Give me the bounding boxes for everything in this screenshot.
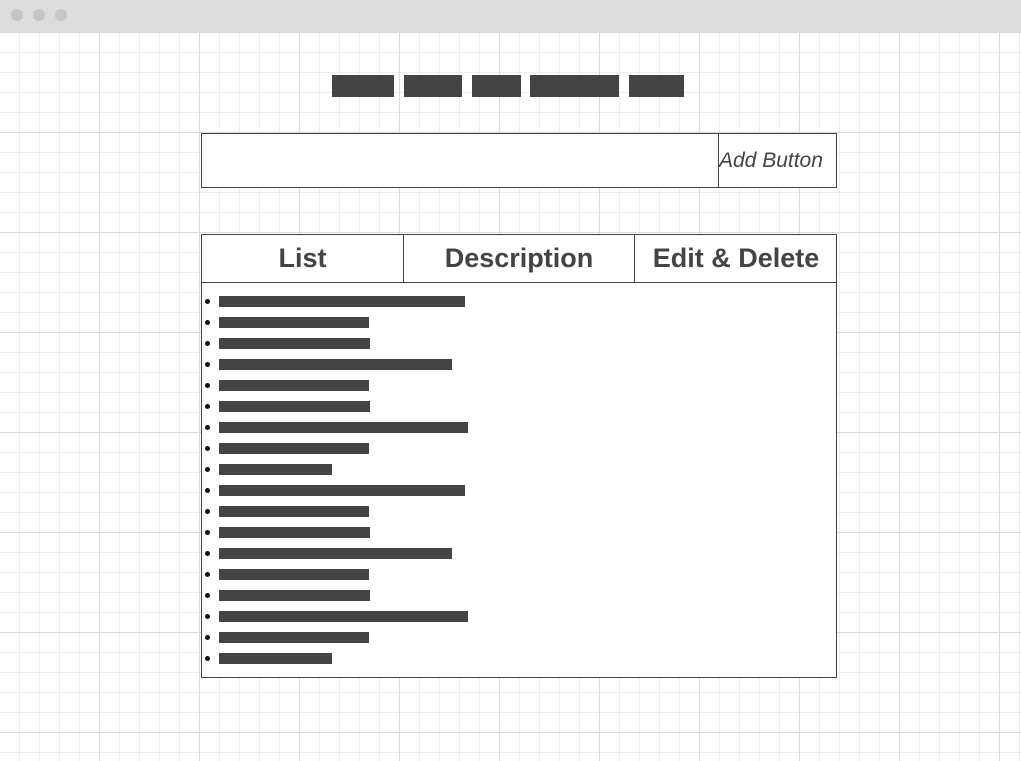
list-item[interactable]: [202, 333, 836, 354]
minimize-dot[interactable]: [33, 9, 45, 21]
placeholder-text-bar: [219, 485, 465, 496]
placeholder-text-bar: [219, 632, 369, 643]
placeholder-text-bar: [219, 359, 452, 370]
bullet-icon: [205, 425, 210, 430]
bullet-icon: [205, 614, 210, 619]
list-item[interactable]: [202, 438, 836, 459]
placeholder-text-bar: [219, 338, 370, 349]
placeholder-text-bar: [219, 527, 370, 538]
list-item[interactable]: [202, 375, 836, 396]
placeholder-text-bar: [219, 317, 369, 328]
list-item[interactable]: [202, 480, 836, 501]
bullet-icon: [205, 635, 210, 640]
nav-item-5[interactable]: [629, 75, 684, 97]
nav-item-1[interactable]: [332, 75, 394, 97]
list-item[interactable]: [202, 501, 836, 522]
list-item[interactable]: [202, 606, 836, 627]
list-item[interactable]: [202, 291, 836, 312]
list-item[interactable]: [202, 354, 836, 375]
close-dot[interactable]: [11, 9, 23, 21]
placeholder-text-bar: [219, 569, 369, 580]
bullet-icon: [205, 320, 210, 325]
nav-item-3[interactable]: [472, 75, 521, 97]
list-table: List Description Edit & Delete: [201, 234, 837, 678]
maximize-dot[interactable]: [55, 9, 67, 21]
list-item[interactable]: [202, 417, 836, 438]
bullet-icon: [205, 656, 210, 661]
bullet-icon: [205, 383, 210, 388]
bullet-icon: [205, 572, 210, 577]
list-item[interactable]: [202, 459, 836, 480]
column-header-edit-delete: Edit & Delete: [634, 235, 837, 282]
bullet-icon: [205, 341, 210, 346]
list-item[interactable]: [202, 627, 836, 648]
bullet-icon: [205, 299, 210, 304]
placeholder-text-bar: [219, 611, 468, 622]
bullet-icon: [205, 404, 210, 409]
add-form: Add Button: [201, 133, 837, 188]
bullet-icon: [205, 593, 210, 598]
placeholder-text-bar: [219, 296, 465, 307]
bullet-icon: [205, 446, 210, 451]
window-titlebar: [0, 0, 1021, 32]
placeholder-text-bar: [219, 506, 369, 517]
list-item[interactable]: [202, 564, 836, 585]
table-header: List Description Edit & Delete: [202, 235, 836, 283]
column-header-list: List: [278, 243, 327, 273]
list-item[interactable]: [202, 648, 836, 669]
bullet-icon: [205, 467, 210, 472]
placeholder-text-bar: [219, 401, 370, 412]
add-input[interactable]: [202, 134, 719, 187]
list-item[interactable]: [202, 312, 836, 333]
list-item[interactable]: [202, 396, 836, 417]
list-item[interactable]: [202, 585, 836, 606]
bullet-icon: [205, 362, 210, 367]
bullet-icon: [205, 509, 210, 514]
placeholder-text-bar: [219, 548, 452, 559]
bullet-icon: [205, 551, 210, 556]
placeholder-text-bar: [219, 653, 332, 664]
nav-item-4[interactable]: [530, 75, 619, 97]
placeholder-text-bar: [219, 422, 468, 433]
placeholder-text-bar: [219, 380, 369, 391]
placeholder-text-bar: [219, 443, 369, 454]
bullet-icon: [205, 530, 210, 535]
bullet-icon: [205, 488, 210, 493]
nav-item-2[interactable]: [404, 75, 462, 97]
column-header-description: Description: [403, 235, 634, 282]
placeholder-text-bar: [219, 590, 370, 601]
add-button[interactable]: Add Button: [719, 134, 836, 187]
list-item[interactable]: [202, 522, 836, 543]
placeholder-text-bar: [219, 464, 332, 475]
list-item[interactable]: [202, 543, 836, 564]
